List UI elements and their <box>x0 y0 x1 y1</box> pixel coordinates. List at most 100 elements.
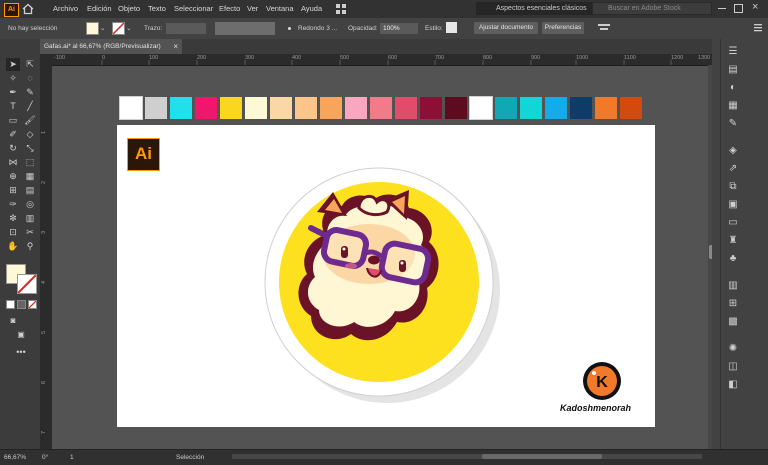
brush-definition[interactable]: Redondo 3 ... <box>298 25 337 32</box>
menu-seleccionar[interactable]: Seleccionar <box>174 4 213 13</box>
eyedropper-tool-icon[interactable]: ✑ <box>6 198 20 211</box>
home-icon[interactable] <box>22 3 34 15</box>
puppet-panel-icon[interactable]: ♜ <box>726 234 740 248</box>
maximize-button[interactable] <box>734 4 743 13</box>
document-tab[interactable]: Gafas.ai* al 66,67% (RGB/Previsualizar) … <box>40 39 182 54</box>
color-swatch[interactable] <box>420 97 442 119</box>
arrange-documents-icon[interactable] <box>336 4 346 14</box>
stock-search-input[interactable]: Buscar en Adobe Stock <box>592 2 712 15</box>
column-graph-tool-icon[interactable]: ▥ <box>23 212 37 225</box>
perspective-grid-tool-icon[interactable]: ▦ <box>23 170 37 183</box>
menu-ayuda[interactable]: Ayuda <box>301 4 322 13</box>
libraries-panel-icon[interactable]: ▤ <box>726 63 740 77</box>
lasso-tool-icon[interactable]: ◌ <box>23 72 37 85</box>
curvature-tool-icon[interactable]: ✎ <box>23 86 37 99</box>
graphic-styles-panel-icon[interactable]: ◫ <box>726 360 740 374</box>
transform-panel-icon[interactable]: ⊞ <box>726 297 740 311</box>
color-swatch[interactable] <box>595 97 617 119</box>
document-setup-button[interactable]: Ajustar documento <box>474 22 538 34</box>
color-swatch[interactable] <box>620 97 642 119</box>
brushes-panel-icon[interactable]: ✎ <box>726 117 740 131</box>
zoom-level[interactable]: 66,67% <box>4 454 26 461</box>
zoom-tool-icon[interactable]: ⚲ <box>23 240 37 253</box>
scale-tool-icon[interactable]: ⤡ <box>23 142 37 155</box>
asset-panel-icon[interactable]: ▭ <box>726 216 740 230</box>
swatches-panel-icon[interactable]: ▦ <box>726 99 740 113</box>
color-swatch[interactable] <box>520 97 542 119</box>
selection-tool-icon[interactable]: ➤ <box>6 58 20 71</box>
hand-tool-icon[interactable]: ✋ <box>6 240 20 253</box>
color-panel-icon[interactable]: ◐ <box>726 81 740 95</box>
gradient-mode-icon[interactable] <box>17 300 26 309</box>
paintbrush-tool-icon[interactable]: 🖌 <box>23 114 37 127</box>
type-tool-icon[interactable]: T <box>6 100 20 113</box>
rectangle-tool-icon[interactable]: ▭ <box>6 114 20 127</box>
stroke-color-swatch[interactable] <box>112 22 125 35</box>
pathfinder-panel-icon[interactable]: ▩ <box>726 315 740 329</box>
free-transform-tool-icon[interactable]: ⬚ <box>23 156 37 169</box>
color-swatch[interactable] <box>270 97 292 119</box>
draw-mode-icon[interactable]: ◙ <box>6 314 20 327</box>
close-window-button[interactable]: × <box>752 1 758 13</box>
graphic-style-swatch[interactable] <box>446 22 457 33</box>
menu-objeto[interactable]: Objeto <box>118 4 140 13</box>
menu-texto[interactable]: Texto <box>148 4 166 13</box>
align-panel-icon[interactable]: ▥ <box>726 279 740 293</box>
color-swatch[interactable] <box>445 97 467 119</box>
magic-wand-tool-icon[interactable]: ✧ <box>6 72 20 85</box>
shaper-tool-icon[interactable]: ✐ <box>6 128 20 141</box>
scroll-thumb[interactable] <box>482 454 602 459</box>
opacity-field[interactable]: 100% <box>380 23 418 34</box>
color-swatch[interactable] <box>295 97 317 119</box>
color-swatch[interactable] <box>545 97 567 119</box>
menu-edicion[interactable]: Edición <box>87 4 112 13</box>
workspace-switcher[interactable]: Aspectos esenciales clásicos <box>476 2 610 15</box>
chevron-down-icon[interactable]: ⌄ <box>100 24 105 32</box>
width-tool-icon[interactable]: ⋈ <box>6 156 20 169</box>
color-mode-icon[interactable] <box>6 300 15 309</box>
color-swatch[interactable] <box>570 97 592 119</box>
fill-color-swatch[interactable] <box>86 22 99 35</box>
transparency-panel-icon[interactable]: ◧ <box>726 378 740 392</box>
color-swatch[interactable] <box>469 96 493 120</box>
artboard[interactable]: Ai K Kadoshmenorah <box>117 125 655 427</box>
artboards-panel-icon[interactable]: ▣ <box>726 198 740 212</box>
align-icon[interactable] <box>598 23 610 33</box>
menu-efecto[interactable]: Efecto <box>219 4 240 13</box>
direct-selection-tool-icon[interactable]: ⇱ <box>23 58 37 71</box>
sticker-artwork[interactable] <box>247 150 512 405</box>
artboard-number[interactable]: 1 <box>70 454 74 461</box>
appearance-panel-icon[interactable]: ✺ <box>726 342 740 356</box>
menu-archivo[interactable]: Archivo <box>53 4 78 13</box>
close-tab-icon[interactable]: × <box>173 39 178 54</box>
layers-panel-icon[interactable]: ◈ <box>726 144 740 158</box>
artboard-tool-icon[interactable]: ⊡ <box>6 226 20 239</box>
menu-ventana[interactable]: Ventana <box>266 4 294 13</box>
stroke-box[interactable] <box>17 274 37 294</box>
menu-ver[interactable]: Ver <box>247 4 258 13</box>
slice-tool-icon[interactable]: ✂ <box>23 226 37 239</box>
chevron-down-icon[interactable]: ⌄ <box>126 24 131 32</box>
stroke-weight-field[interactable] <box>166 23 206 34</box>
links-panel-icon[interactable]: ⧉ <box>726 180 740 194</box>
export-panel-icon[interactable]: ⇗ <box>726 162 740 176</box>
color-swatch[interactable] <box>195 97 217 119</box>
color-swatch[interactable] <box>119 96 143 120</box>
mesh-tool-icon[interactable]: ⊞ <box>6 184 20 197</box>
color-swatch[interactable] <box>145 97 167 119</box>
horizontal-scrollbar[interactable] <box>232 454 702 459</box>
preferences-button[interactable]: Preferencias <box>542 22 584 34</box>
pen-tool-icon[interactable]: ✒ <box>6 86 20 99</box>
rotation-value[interactable]: 0° <box>42 454 48 461</box>
color-swatch[interactable] <box>345 97 367 119</box>
gradient-tool-icon[interactable]: ▤ <box>23 184 37 197</box>
eraser-tool-icon[interactable]: ◇ <box>23 128 37 141</box>
color-swatch[interactable] <box>495 97 517 119</box>
blend-tool-icon[interactable]: ◎ <box>23 198 37 211</box>
color-swatch[interactable] <box>170 97 192 119</box>
color-swatch[interactable] <box>220 97 242 119</box>
color-swatch[interactable] <box>370 97 392 119</box>
rotate-tool-icon[interactable]: ↻ <box>6 142 20 155</box>
more-tools-icon[interactable]: ••• <box>14 346 28 359</box>
shape-builder-tool-icon[interactable]: ⊕ <box>6 170 20 183</box>
